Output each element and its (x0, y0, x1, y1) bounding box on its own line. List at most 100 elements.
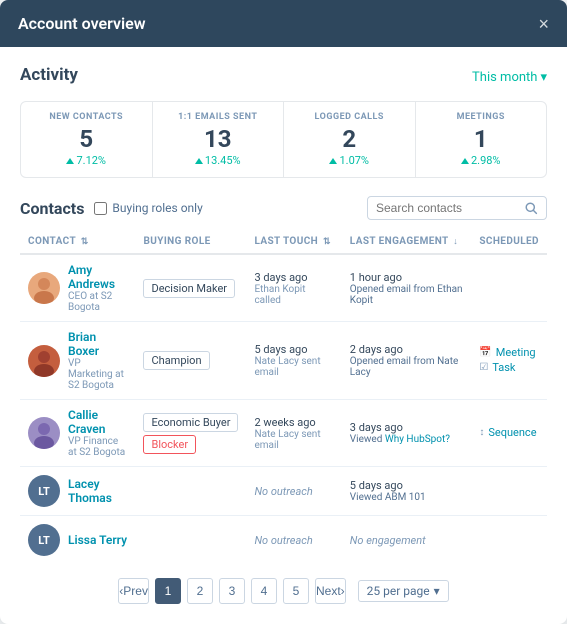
last-touch-text: 3 days ago (254, 271, 333, 284)
col-last-engagement: LAST ENGAGEMENT ↓ (342, 230, 472, 254)
last-engagement-cell: 1 hour ago Opened email from Ethan Kopit (342, 254, 472, 322)
stat-new-contacts: NEW CONTACTS 5 7.12% (21, 102, 153, 177)
avatar: LT (28, 524, 60, 556)
buying-role-badge: Economic Buyer (143, 413, 238, 432)
scheduled-label: Sequence (488, 426, 536, 439)
last-engagement-sub: Viewed ABM 101 (350, 492, 464, 503)
calendar-icon: 📅 (479, 347, 491, 358)
task-icon: ☑ (479, 362, 488, 373)
trend-up-icon (66, 158, 74, 164)
last-engagement-cell: No engagement (342, 516, 472, 565)
period-label: This month (472, 70, 537, 85)
search-contacts-box[interactable] (367, 196, 547, 220)
stat-value-1: 13 (165, 126, 272, 152)
contact-cell: Amy Andrews CEO at S2 Bogota (20, 254, 135, 322)
last-engagement-cell: 3 days ago Viewed Why HubSpot? (342, 400, 472, 467)
stat-label-0: NEW CONTACTS (33, 112, 140, 122)
last-touch-text: 5 days ago (254, 343, 333, 356)
per-page-label: 25 per page (367, 584, 430, 598)
search-contacts-input[interactable] (376, 201, 519, 215)
buying-roles-checkbox-label[interactable]: Buying roles only (94, 201, 202, 215)
close-button[interactable]: × (538, 15, 549, 33)
contact-cell: Brian Boxer VP Marketing at S2 Bogota (20, 322, 135, 400)
table-row: LT Lissa Terry No outreach No engagement (20, 516, 547, 565)
contact-name[interactable]: Callie Craven (68, 408, 127, 436)
last-engagement-text: 2 days ago (350, 343, 464, 356)
sort-icon: ⇅ (323, 237, 331, 247)
stat-value-3: 1 (428, 126, 535, 152)
scheduled-cell: 📅 Meeting ☑ Task (471, 322, 547, 400)
period-selector[interactable]: This month ▾ (472, 70, 547, 85)
last-touch-sub: Nate Lacy sent email (254, 356, 333, 378)
contact-cell: Callie Craven VP Finance at S2 Bogota (20, 400, 135, 467)
table-header-row: CONTACT ⇅ BUYING ROLE LAST TOUCH ⇅ LAST … (20, 230, 547, 254)
stat-value-0: 5 (33, 126, 140, 152)
last-engagement-text: 1 hour ago (350, 271, 464, 284)
buying-role-badge: Decision Maker (143, 279, 235, 298)
trend-up-icon (461, 158, 469, 164)
page-4-button[interactable]: 4 (251, 578, 277, 604)
engagement-link[interactable]: Why HubSpot? (385, 434, 450, 445)
stat-logged-calls: LOGGED CALLS 2 1.07% (284, 102, 416, 177)
stat-change-0: 7.12% (33, 154, 140, 167)
contacts-section-title: Contacts (20, 199, 84, 218)
scheduled-task: ☑ Task (479, 361, 539, 374)
contact-name[interactable]: Amy Andrews (68, 263, 127, 291)
buying-role-cell (135, 516, 246, 565)
sequence-icon: ↕ (479, 427, 484, 438)
scheduled-meeting: 📅 Meeting (479, 346, 539, 359)
last-touch-cell: No outreach (246, 516, 341, 565)
sort-icon-active: ↓ (453, 237, 458, 247)
buying-role-cell: Economic Buyer Blocker (135, 400, 246, 467)
page-3-button[interactable]: 3 (219, 578, 245, 604)
last-engagement-sub: Opened email from Nate Lacy (350, 356, 464, 378)
table-row: Callie Craven VP Finance at S2 Bogota Ec… (20, 400, 547, 467)
modal-header: Account overview × (0, 0, 567, 47)
col-scheduled: SCHEDULED (471, 230, 547, 254)
buying-role-cell: Champion (135, 322, 246, 400)
avatar (28, 417, 60, 449)
buying-roles-checkbox[interactable] (94, 202, 107, 215)
contact-role: VP Finance at S2 Bogota (68, 436, 127, 458)
buying-role-badge-blocker: Blocker (143, 435, 196, 454)
activity-section-title: Activity (20, 65, 78, 85)
scheduled-sequence: ↕ Sequence (479, 426, 539, 439)
prev-button[interactable]: ‹ Prev (118, 578, 149, 604)
stat-label-2: LOGGED CALLS (296, 112, 403, 122)
contact-name[interactable]: Lacey Thomas (68, 477, 127, 505)
stat-change-3: 2.98% (428, 154, 535, 167)
last-engagement-cell: 5 days ago Viewed ABM 101 (342, 467, 472, 516)
last-touch-cell: 3 days ago Ethan Kopit called (246, 254, 341, 322)
stat-change-2: 1.07% (296, 154, 403, 167)
contacts-table: CONTACT ⇅ BUYING ROLE LAST TOUCH ⇅ LAST … (20, 230, 547, 564)
col-buying-role: BUYING ROLE (135, 230, 246, 254)
page-2-button[interactable]: 2 (187, 578, 213, 604)
contact-name[interactable]: Brian Boxer (68, 330, 127, 358)
page-1-button[interactable]: 1 (155, 578, 181, 604)
table-row: Brian Boxer VP Marketing at S2 Bogota Ch… (20, 322, 547, 400)
col-contact: CONTACT ⇅ (20, 230, 135, 254)
scheduled-label: Meeting (496, 346, 536, 359)
last-touch-sub: Nate Lacy sent email (254, 429, 333, 451)
contacts-header: Contacts Buying roles only (20, 196, 547, 220)
no-engagement-text: No engagement (350, 534, 464, 547)
stat-label-3: MEETINGS (428, 112, 535, 122)
next-button[interactable]: Next › (315, 578, 346, 604)
scheduled-cell (471, 254, 547, 322)
avatar: LT (28, 475, 60, 507)
page-5-button[interactable]: 5 (283, 578, 309, 604)
no-outreach-text: No outreach (254, 485, 333, 498)
chevron-down-icon: ▾ (540, 70, 547, 85)
contact-cell: LT Lissa Terry (20, 516, 135, 565)
sort-icon: ⇅ (81, 237, 89, 247)
table-row: Amy Andrews CEO at S2 Bogota Decision Ma… (20, 254, 547, 322)
contact-name[interactable]: Lissa Terry (68, 533, 127, 547)
per-page-selector[interactable]: 25 per page ▾ (358, 580, 449, 602)
chevron-down-icon: ▾ (434, 584, 440, 598)
buying-role-cell (135, 467, 246, 516)
last-touch-cell: 5 days ago Nate Lacy sent email (246, 322, 341, 400)
stats-row: NEW CONTACTS 5 7.12% 1:1 EMAILS SENT 13 … (20, 101, 547, 178)
activity-header: Activity This month ▾ (20, 65, 547, 89)
last-engagement-sub: Viewed Why HubSpot? (350, 434, 464, 445)
stat-meetings: MEETINGS 1 2.98% (416, 102, 547, 177)
